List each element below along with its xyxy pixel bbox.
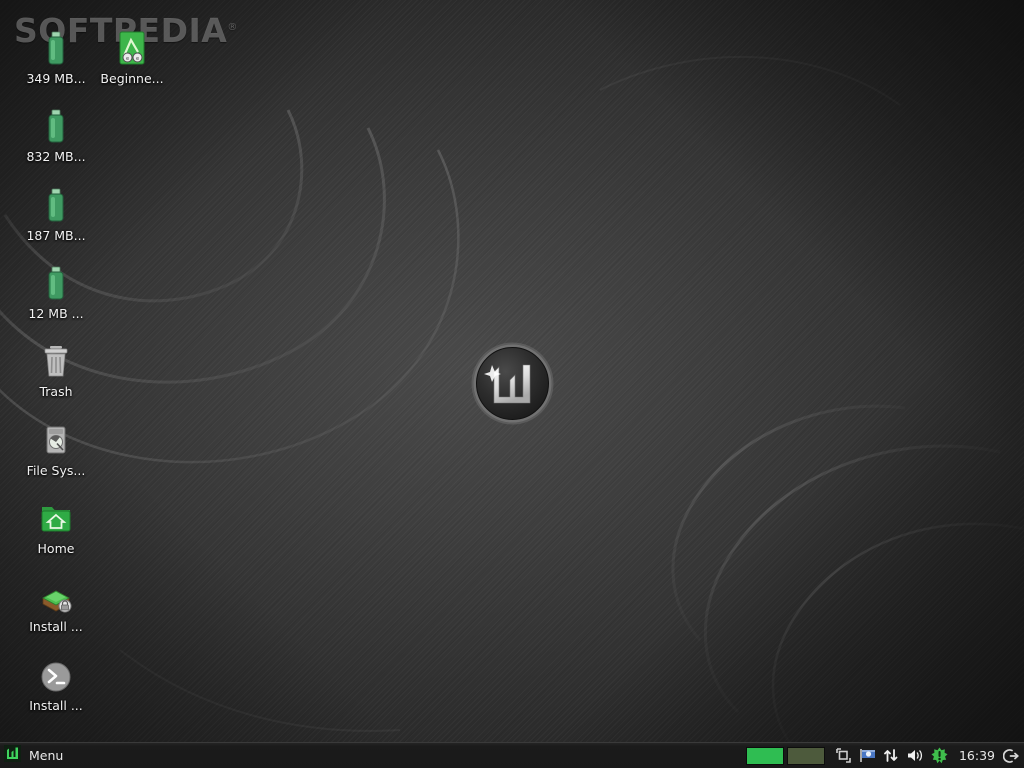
green-document-icon: e e (86, 26, 178, 68)
desktop-icon-label: Home (37, 542, 75, 556)
desktop[interactable]: SOFTPEDIA® 349 MB... e e Beginne... 832 … (0, 0, 1024, 768)
usb-drive-icon (10, 183, 102, 225)
workspace-1[interactable] (745, 746, 784, 765)
desktop-icon-trash[interactable]: Trash (10, 339, 102, 399)
desktop-icon-label: 187 MB... (26, 229, 86, 243)
home-folder-icon (10, 496, 102, 538)
clock[interactable]: 16:39 (955, 748, 1001, 763)
desktop-icon-label: File Sys... (26, 464, 86, 478)
desktop-icon-file-system[interactable]: File Sys... (10, 418, 102, 478)
window-list[interactable] (73, 743, 740, 768)
workspace-2[interactable] (786, 746, 825, 765)
desktop-icon-label: Install ... (29, 699, 83, 713)
desktop-icon-beginners-guide[interactable]: e e Beginne... (86, 26, 178, 86)
usb-drive-icon (10, 261, 102, 303)
volume-icon[interactable] (907, 747, 924, 764)
desktop-icon-home[interactable]: Home (10, 496, 102, 556)
menu-button-label: Menu (29, 748, 64, 763)
update-manager-icon[interactable] (931, 747, 948, 764)
taskbar: Menu 16:39 (0, 742, 1024, 768)
mint-logo-icon (3, 744, 22, 767)
desktop-icon-usb-12mb[interactable]: 12 MB ... (10, 261, 102, 321)
desktop-icon-label: 832 MB... (26, 150, 86, 164)
desktop-icon-label: Trash (39, 385, 73, 399)
desktop-icon-label: Beginne... (100, 72, 164, 86)
desktop-icon-install-terminal[interactable]: Install ... (10, 653, 102, 713)
desktop-icon-install-package[interactable]: Install ... (10, 574, 102, 634)
menu-button[interactable]: Menu (0, 743, 73, 768)
desktop-icon-usb-832mb[interactable]: 832 MB... (10, 104, 102, 164)
usb-drive-icon (10, 104, 102, 146)
install-book-icon (10, 574, 102, 616)
keyboard-layout-flag-icon[interactable] (859, 747, 876, 764)
filesystem-icon (10, 418, 102, 460)
trash-icon (10, 339, 102, 381)
terminal-icon (10, 653, 102, 695)
desktop-icon-layer: 349 MB... e e Beginne... 832 MB... 187 M… (0, 0, 1024, 768)
desktop-icon-label: Install ... (29, 620, 83, 634)
workspace-switcher[interactable] (740, 743, 831, 768)
network-icon[interactable] (883, 747, 900, 764)
desktop-icon-label: 12 MB ... (28, 307, 84, 321)
svg-text:e: e (136, 56, 139, 62)
desktop-icon-usb-187mb[interactable]: 187 MB... (10, 183, 102, 243)
system-tray (831, 743, 955, 768)
svg-text:e: e (126, 56, 129, 62)
workspace-indicator-icon[interactable] (835, 747, 852, 764)
logout-icon[interactable] (1001, 746, 1021, 766)
